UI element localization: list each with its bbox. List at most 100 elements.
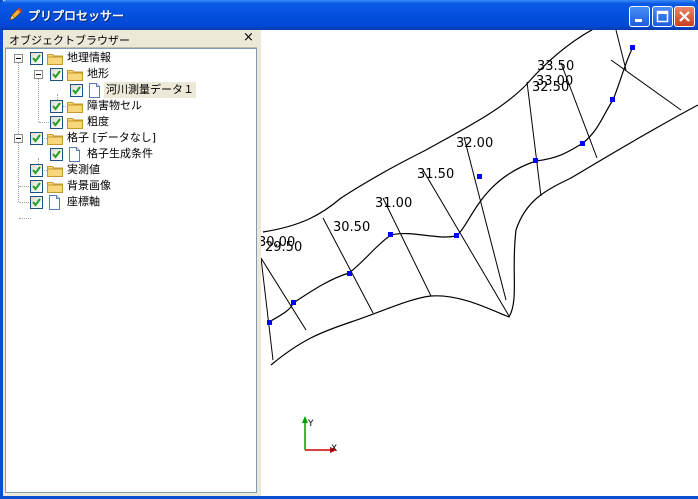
cross-section-label: 31.00 <box>375 196 412 211</box>
checkmark-icon <box>32 182 41 191</box>
document-icon <box>69 147 80 162</box>
center-point <box>477 174 482 179</box>
checkmark-icon <box>52 70 61 79</box>
folder-icon <box>47 166 63 177</box>
center-points <box>267 45 635 325</box>
cross-section-line <box>382 197 432 297</box>
checkbox[interactable] <box>50 116 63 129</box>
center-point <box>267 320 272 325</box>
coordinate-axes: Y X <box>302 416 337 454</box>
object-browser-title: オブジェクトブラウザー <box>9 34 130 47</box>
center-point <box>291 300 296 305</box>
maximize-button[interactable] <box>652 6 673 27</box>
tree-item-geo-info[interactable]: 地理情報 <box>6 50 256 66</box>
center-point <box>580 141 585 146</box>
tree-item-label: 地理情報 <box>67 51 111 64</box>
center-point <box>533 158 538 163</box>
checkmark-icon <box>32 166 41 175</box>
cross-section-line <box>422 169 510 317</box>
cross-section-label: 33.00 <box>536 74 573 89</box>
checkbox[interactable] <box>30 180 43 193</box>
document-icon <box>89 83 100 98</box>
folder-icon <box>47 134 63 145</box>
tree-item-label: 地形 <box>87 67 109 80</box>
collapse-icon[interactable] <box>14 134 23 143</box>
close-icon <box>679 11 690 22</box>
center-point <box>610 97 615 102</box>
checkbox[interactable] <box>50 68 63 81</box>
object-browser-panel: オブジェクトブラウザー × 地理情報 地形 河川測量データ１ 障害物セル 粗度 … <box>3 30 257 493</box>
title-bar[interactable]: プリプロセッサー <box>0 0 698 30</box>
cross-section-line <box>526 81 542 197</box>
center-point <box>347 271 352 276</box>
cross-section-label: 32.00 <box>456 136 493 151</box>
tree-item-obstacle-cell[interactable]: 障害物セル <box>6 98 256 114</box>
object-tree: 地理情報 地形 河川測量データ１ 障害物セル 粗度 格子 [データなし] 格子生… <box>5 48 257 493</box>
center-point <box>630 45 635 50</box>
tree-item-label: 背景画像 <box>67 179 111 192</box>
minimize-icon <box>635 19 642 22</box>
minimize-button[interactable] <box>629 6 650 27</box>
tree-item-roughness[interactable]: 粗度 <box>6 114 256 130</box>
cross-section-line <box>261 257 274 361</box>
cross-section-line <box>610 59 682 111</box>
cross-section-label: 33.50 <box>537 59 574 74</box>
checkbox[interactable] <box>30 164 43 177</box>
tree-item-label: 座標軸 <box>67 195 100 208</box>
checkbox[interactable] <box>30 132 43 145</box>
object-browser-header: オブジェクトブラウザー × <box>5 30 257 48</box>
tree-item-label: 障害物セル <box>87 99 142 112</box>
folder-icon <box>67 102 83 113</box>
document-icon <box>49 195 60 210</box>
window-title: プリプロセッサー <box>28 9 125 23</box>
tree-item-coordinate-axes[interactable]: 座標軸 <box>6 194 256 210</box>
river-centerline <box>268 46 634 323</box>
pencil-icon <box>9 7 23 21</box>
collapse-icon[interactable] <box>14 54 23 63</box>
checkbox[interactable] <box>30 196 43 209</box>
folder-icon <box>47 182 63 193</box>
cross-section-label: 30.50 <box>333 220 370 235</box>
checkmark-icon <box>32 134 41 143</box>
folder-icon <box>67 70 83 81</box>
maximize-icon <box>656 10 669 23</box>
checkbox[interactable] <box>30 52 43 65</box>
panel-close-button[interactable]: × <box>243 30 254 45</box>
tree-item-river-survey-data[interactable]: 河川測量データ１ <box>6 82 256 98</box>
tree-item-label: 粗度 <box>87 115 109 128</box>
folder-icon <box>67 118 83 129</box>
center-point <box>454 233 459 238</box>
tree-item-label: 実測値 <box>67 163 100 176</box>
app-window: プリプロセッサー オブジェクトブラウザー × 地理情報 地形 河川測量データ１ … <box>0 0 698 499</box>
river-plan-view[interactable]: 30.00 29.50 30.50 31.00 31.50 32.00 32.5… <box>261 30 698 496</box>
checkbox[interactable] <box>70 84 83 97</box>
tree-item-terrain[interactable]: 地形 <box>6 66 256 82</box>
cross-section-label: 31.50 <box>417 167 454 182</box>
checkbox[interactable] <box>50 100 63 113</box>
tree-item-grid[interactable]: 格子 [データなし] <box>6 130 256 146</box>
checkmark-icon <box>52 150 61 159</box>
checkmark-icon <box>52 102 61 111</box>
tree-item-label: 格子生成条件 <box>87 147 153 160</box>
graphics-view[interactable]: 30.00 29.50 30.50 31.00 31.50 32.00 32.5… <box>261 30 698 496</box>
cross-section-line <box>615 30 627 71</box>
tree-item-label: 河川測量データ１ <box>104 82 196 98</box>
cross-section-label: 29.50 <box>265 240 302 255</box>
collapse-icon[interactable] <box>34 70 43 79</box>
close-button[interactable] <box>674 6 695 27</box>
center-point <box>388 232 393 237</box>
checkmark-icon <box>32 54 41 63</box>
checkmark-icon <box>52 118 61 127</box>
checkmark-icon <box>32 198 41 207</box>
tree-connector <box>19 218 31 220</box>
tree-item-measured-values[interactable]: 実測値 <box>6 162 256 178</box>
tree-item-grid-generation-condition[interactable]: 格子生成条件 <box>6 146 256 162</box>
checkmark-icon <box>72 86 81 95</box>
y-axis-label: Y <box>307 419 314 429</box>
checkbox[interactable] <box>50 148 63 161</box>
cross-sections <box>261 30 682 361</box>
folder-icon <box>47 54 63 65</box>
tree-item-label: 格子 [データなし] <box>67 131 157 144</box>
tree-item-background-image[interactable]: 背景画像 <box>6 178 256 194</box>
x-axis-label: X <box>331 444 337 454</box>
